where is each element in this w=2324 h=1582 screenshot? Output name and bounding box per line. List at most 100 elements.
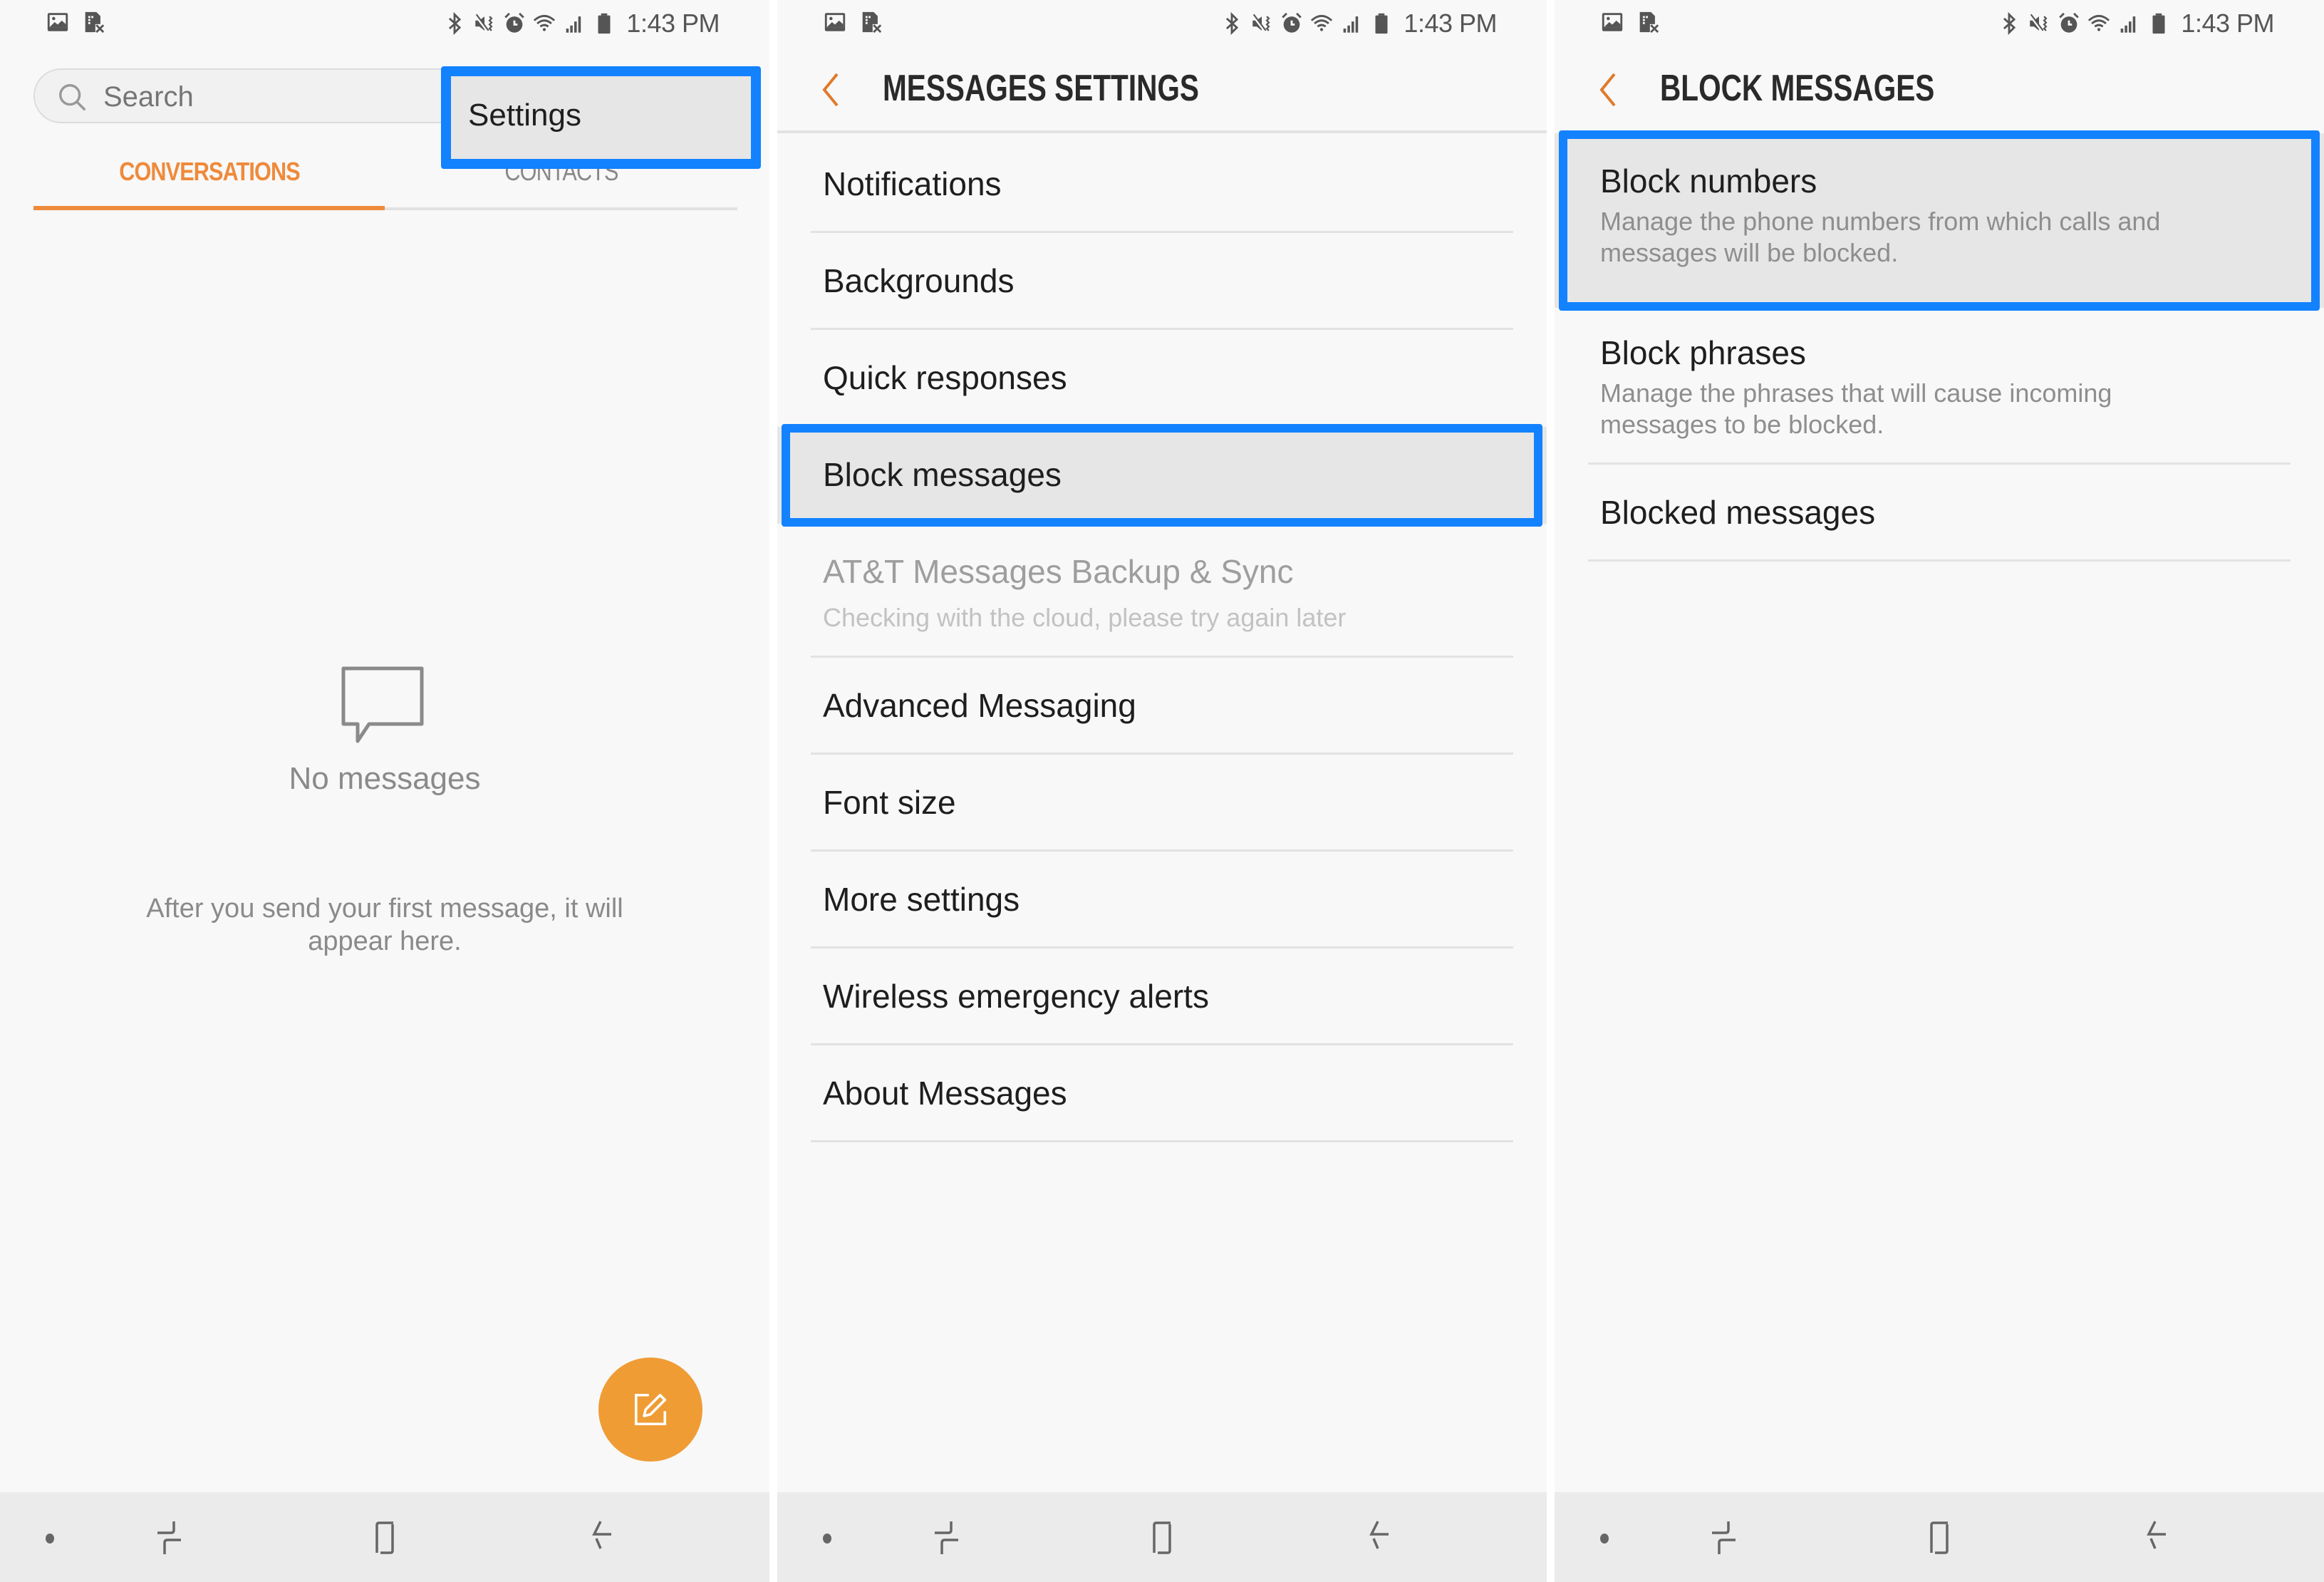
bluetooth-icon bbox=[442, 11, 467, 36]
item-title: Blocked messages bbox=[1600, 494, 1876, 531]
image-icon bbox=[46, 10, 70, 34]
item-title: Quick responses bbox=[823, 359, 1067, 396]
recent-apps-button[interactable] bbox=[927, 1516, 970, 1558]
battery-icon bbox=[592, 11, 616, 36]
recent-apps-button[interactable] bbox=[1704, 1516, 1747, 1558]
tab-divider bbox=[385, 207, 737, 210]
battery-icon bbox=[1369, 11, 1394, 36]
back-button[interactable] bbox=[579, 1516, 622, 1558]
back-button[interactable] bbox=[1356, 1516, 1399, 1558]
settings-item-more-settings[interactable]: More settings bbox=[777, 852, 1547, 948]
settings-item-wireless-emergency-alerts[interactable]: Wireless emergency alerts bbox=[777, 948, 1547, 1045]
block-messages-screen: 1:43 PM BLOCK MESSAGES Block numbers Man… bbox=[1555, 0, 2324, 1582]
settings-item-backgrounds[interactable]: Backgrounds bbox=[777, 233, 1547, 330]
overflow-menu: Settings bbox=[441, 66, 761, 169]
search-input[interactable] bbox=[103, 81, 388, 113]
dot-icon bbox=[823, 1534, 831, 1544]
menu-item-settings[interactable]: Settings bbox=[468, 98, 581, 133]
home-button[interactable] bbox=[363, 1516, 406, 1558]
tab-conversations[interactable]: CONVERSATIONS bbox=[60, 157, 359, 187]
messages-settings-screen: 1:43 PM MESSAGES SETTINGS Notifications … bbox=[777, 0, 1547, 1582]
home-icon bbox=[375, 1521, 394, 1554]
image-icon bbox=[1600, 10, 1624, 34]
app-bar: BLOCK MESSAGES bbox=[1555, 47, 2324, 133]
home-icon bbox=[1153, 1521, 1171, 1554]
recent-apps-icon bbox=[1712, 1521, 1736, 1554]
nav-bar bbox=[0, 1492, 769, 1582]
chevron-left-icon bbox=[822, 73, 839, 107]
settings-item-quick-responses[interactable]: Quick responses bbox=[777, 330, 1547, 427]
settings-item-font-size[interactable]: Font size bbox=[777, 755, 1547, 852]
back-button[interactable] bbox=[2134, 1516, 2177, 1558]
alarm-icon bbox=[1280, 11, 1304, 36]
divider bbox=[811, 1140, 1513, 1142]
item-subtitle: Checking with the cloud, please try agai… bbox=[823, 603, 1347, 632]
status-bar: 1:43 PM bbox=[1555, 0, 2324, 47]
nav-dot-button[interactable] bbox=[806, 1516, 849, 1558]
home-button[interactable] bbox=[1918, 1516, 1961, 1558]
nav-dot-button[interactable] bbox=[28, 1516, 71, 1558]
settings-item-notifications[interactable]: Notifications bbox=[777, 136, 1547, 233]
mute-vibrate-icon bbox=[2027, 11, 2051, 36]
settings-item-block-messages[interactable]: Block messages bbox=[777, 424, 1547, 527]
wifi-icon bbox=[532, 11, 556, 36]
item-title: Wireless emergency alerts bbox=[823, 978, 1209, 1015]
settings-list: Notifications Backgrounds Quick response… bbox=[777, 136, 1547, 1142]
divider bbox=[1588, 559, 2291, 562]
wifi-icon bbox=[1309, 11, 1334, 36]
item-title: Block phrases bbox=[1600, 334, 1806, 371]
signal-icon bbox=[2117, 11, 2141, 36]
image-icon bbox=[823, 10, 847, 34]
recent-apps-button[interactable] bbox=[150, 1516, 192, 1558]
navigate-up-button[interactable] bbox=[813, 70, 849, 110]
back-arrow-icon bbox=[592, 1521, 611, 1549]
clock-time: 1:43 PM bbox=[626, 9, 720, 38]
bluetooth-icon bbox=[1220, 11, 1244, 36]
settings-item-about-messages[interactable]: About Messages bbox=[777, 1045, 1547, 1142]
block-item-blocked-messages[interactable]: Blocked messages bbox=[1555, 465, 2324, 562]
signal-icon bbox=[1339, 11, 1364, 36]
home-button[interactable] bbox=[1141, 1516, 1183, 1558]
item-title: AT&T Messages Backup & Sync bbox=[823, 553, 1294, 590]
search-icon bbox=[56, 81, 89, 114]
item-title: Font size bbox=[823, 784, 956, 821]
alarm-icon bbox=[2057, 11, 2081, 36]
dot-icon bbox=[1600, 1534, 1609, 1544]
navigate-up-button[interactable] bbox=[1590, 70, 1626, 110]
clock-time: 1:43 PM bbox=[2181, 9, 2274, 38]
dot-icon bbox=[46, 1534, 54, 1544]
no-sim-icon bbox=[858, 10, 883, 34]
block-item-block-phrases[interactable]: Block phrases Manage the phrases that wi… bbox=[1555, 308, 2324, 465]
alarm-icon bbox=[502, 11, 526, 36]
active-tab-indicator bbox=[33, 206, 385, 210]
item-title: Notifications bbox=[823, 165, 1002, 202]
settings-item-backup-sync: AT&T Messages Backup & Sync Checking wit… bbox=[777, 524, 1547, 658]
nav-bar bbox=[777, 1492, 1547, 1582]
page-title: BLOCK MESSAGES bbox=[1660, 68, 1935, 109]
item-title: About Messages bbox=[823, 1075, 1067, 1112]
item-title: More settings bbox=[823, 881, 1020, 918]
empty-state-body: After you send your first message, it wi… bbox=[146, 894, 623, 956]
recent-apps-icon bbox=[157, 1521, 181, 1554]
page-title: MESSAGES SETTINGS bbox=[883, 68, 1199, 109]
conversations-screen: 1:43 PM CONVERSATIONS CONTACTS Settings … bbox=[0, 0, 769, 1582]
settings-item-advanced-messaging[interactable]: Advanced Messaging bbox=[777, 658, 1547, 755]
app-bar: MESSAGES SETTINGS bbox=[777, 47, 1547, 133]
mute-vibrate-icon bbox=[472, 11, 497, 36]
bluetooth-icon bbox=[1997, 11, 2021, 36]
item-subtitle: Manage the phone numbers from which call… bbox=[1600, 207, 2161, 267]
wifi-icon bbox=[2087, 11, 2111, 36]
block-item-block-numbers[interactable]: Block numbers Manage the phone numbers f… bbox=[1555, 130, 2324, 311]
battery-icon bbox=[2147, 11, 2171, 36]
no-sim-icon bbox=[81, 10, 105, 34]
item-title: Block messages bbox=[823, 456, 1062, 493]
chevron-left-icon bbox=[1599, 73, 1616, 107]
nav-dot-button[interactable] bbox=[1583, 1516, 1626, 1558]
compose-button[interactable] bbox=[598, 1358, 702, 1462]
item-title: Block numbers bbox=[1600, 162, 1817, 200]
home-icon bbox=[1930, 1521, 1949, 1554]
empty-state-title: No messages bbox=[289, 761, 481, 796]
signal-icon bbox=[562, 11, 586, 36]
block-options-list: Block numbers Manage the phone numbers f… bbox=[1555, 130, 2324, 562]
back-arrow-icon bbox=[2147, 1521, 2166, 1549]
